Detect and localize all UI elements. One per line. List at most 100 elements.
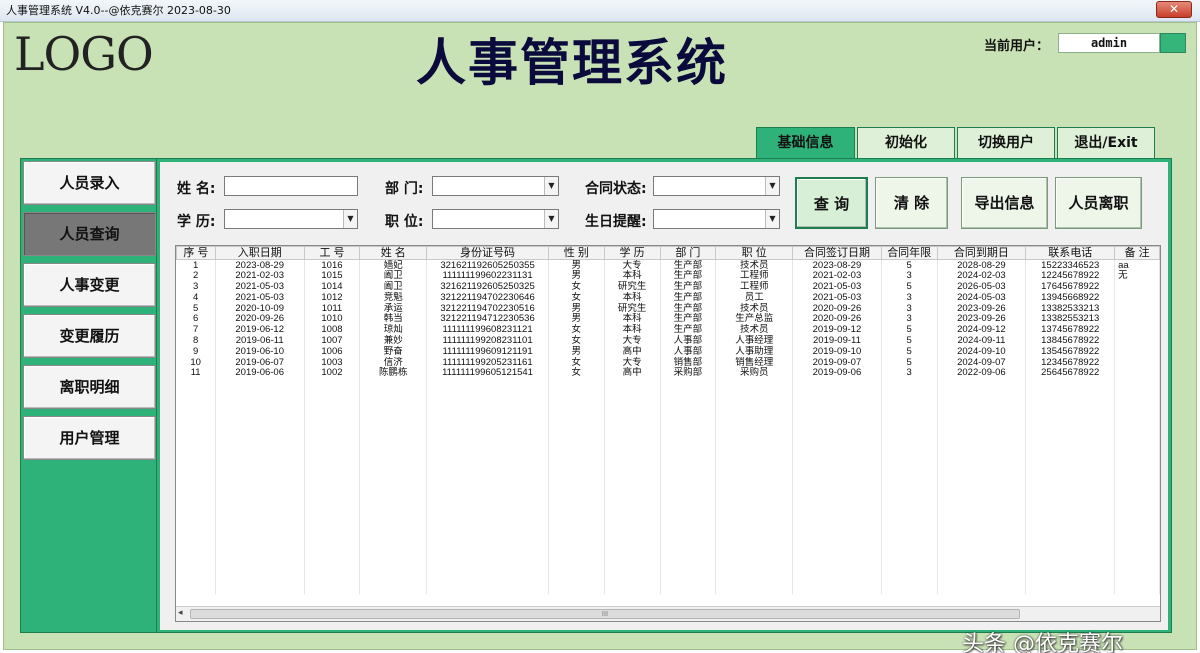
table-row[interactable]: [176, 486, 1160, 498]
export-button[interactable]: 导出信息: [961, 177, 1048, 229]
table-row[interactable]: [176, 497, 1160, 508]
sidebar-item-users[interactable]: 用户管理: [23, 416, 156, 460]
clear-button[interactable]: 清 除: [875, 177, 948, 229]
sidebar-item-query[interactable]: 人员查询: [23, 212, 156, 256]
contract-status-select[interactable]: ▼: [653, 176, 780, 196]
table-row[interactable]: 11 2019-06-06 1002 陈鹏栋 111111199605121541 女高中…: [176, 367, 1160, 379]
table-row[interactable]: [176, 551, 1160, 562]
dept-select[interactable]: ▼: [432, 176, 559, 196]
table-cell: [176, 518, 216, 530]
table-row[interactable]: 6 2020-09-26 1010 韩当 321221194712230536 男本科 生产…: [176, 313, 1160, 325]
table-row[interactable]: 2 2021-02-03 1015 阖卫 111111199602231131 男本科 生产…: [176, 270, 1160, 282]
table-row[interactable]: [176, 583, 1160, 595]
table-row[interactable]: [176, 443, 1160, 454]
sidebar-item-change[interactable]: 人事变更: [23, 263, 156, 307]
table-row[interactable]: 9 2019-06-10 1006 野奋 111111199609121191 男高中 人事…: [176, 345, 1160, 357]
table-row[interactable]: 1 2023-08-29 1016 嫱妃 321621192605250355 男大专 生产…: [176, 259, 1160, 271]
table-row[interactable]: [176, 432, 1160, 444]
table-row[interactable]: [176, 421, 1160, 433]
table-cell: 2019-06-11: [215, 335, 305, 346]
tab-exit[interactable]: 退出/Exit: [1057, 127, 1155, 159]
tab-initialize[interactable]: 初始化: [857, 127, 955, 159]
column-header[interactable]: 性 别: [547, 246, 605, 260]
table-row[interactable]: [176, 389, 1160, 400]
column-header[interactable]: 工 号: [303, 246, 361, 260]
table-cell: [937, 432, 1027, 444]
table-cell: 1002: [304, 367, 361, 379]
table-row[interactable]: [176, 464, 1160, 476]
column-header[interactable]: 序 号: [176, 246, 216, 260]
table-cell: 9: [176, 345, 216, 357]
table-row[interactable]: 7 2019-06-12 1008 琼灿 111111199608231121 女本科 生产…: [176, 324, 1160, 336]
table-row[interactable]: 10 2019-06-07 1003 信济 111111199205231161 女大专销…: [176, 356, 1160, 368]
table-row[interactable]: [176, 399, 1160, 411]
chevron-down-icon: ▼: [765, 177, 779, 195]
sidebar-item-history[interactable]: 变更履历: [23, 314, 156, 358]
table-row[interactable]: [176, 572, 1160, 584]
close-button[interactable]: ✕: [1156, 1, 1192, 18]
table-cell: [215, 399, 305, 411]
table-cell: 阖卫: [359, 270, 428, 282]
column-header[interactable]: 合同年限: [880, 246, 938, 260]
table-cell: [792, 453, 882, 465]
table-cell: [715, 518, 794, 530]
table-cell: [1025, 389, 1116, 400]
table-row[interactable]: [176, 529, 1160, 541]
employee-table[interactable]: 序 号入职日期工 号姓 名身份证号码性 别学 历部 门职 位合同签订日期 合同年限…: [175, 245, 1161, 622]
table-row[interactable]: [176, 475, 1160, 487]
column-header[interactable]: 联系电话: [1025, 246, 1116, 260]
table-row[interactable]: [176, 507, 1160, 519]
table-row[interactable]: 4 2021-05-03 1012 竞魁 321221194702230646 女本科 生产…: [176, 291, 1160, 303]
table-row[interactable]: 3 2021-05-03 1014 阖卫 321621192605250325 女研究生生…: [176, 281, 1160, 292]
table-row[interactable]: [176, 378, 1160, 390]
table-row[interactable]: [176, 518, 1160, 530]
column-header[interactable]: 职 位: [715, 246, 794, 260]
birthday-reminder-select[interactable]: ▼: [653, 209, 780, 229]
table-cell: 男: [548, 302, 605, 314]
scroll-left-icon[interactable]: ◂: [178, 608, 183, 618]
column-header[interactable]: 身份证号码: [426, 246, 549, 260]
position-select[interactable]: ▼: [432, 209, 559, 229]
table-cell: 研究生: [604, 281, 661, 292]
logo: LOGO: [14, 27, 154, 81]
name-input[interactable]: [224, 176, 358, 196]
tab-switch-user[interactable]: 切换用户: [957, 127, 1055, 159]
column-header[interactable]: 备 注: [1114, 246, 1160, 260]
table-row[interactable]: [176, 410, 1160, 422]
table-cell: 人事部: [660, 345, 717, 357]
edu-select[interactable]: ▼: [224, 209, 358, 229]
table-cell: [792, 507, 882, 519]
table-cell: [792, 389, 882, 400]
table-cell: [1025, 410, 1116, 422]
column-header[interactable]: 部 门: [659, 246, 717, 260]
sidebar-item-resignation[interactable]: 离职明细: [23, 365, 156, 409]
table-cell: 4: [176, 291, 216, 303]
column-header[interactable]: 姓 名: [359, 246, 428, 260]
table-cell: [304, 453, 361, 465]
tab-basic-info[interactable]: 基础信息: [756, 127, 855, 159]
sidebar-item-entry[interactable]: 人员录入: [23, 161, 156, 205]
table-cell: 员工: [715, 291, 794, 303]
query-button[interactable]: 查 询: [795, 177, 868, 229]
table-row[interactable]: 8 2019-06-11 1007 兼妙 111111199208231101 女大专 人事…: [176, 335, 1160, 346]
table-cell: [937, 410, 1027, 422]
table-row[interactable]: [176, 540, 1160, 552]
table-cell: [359, 551, 428, 562]
column-header[interactable]: 学 历: [603, 246, 661, 260]
resign-button[interactable]: 人员离职: [1055, 177, 1142, 229]
current-user-field: admin: [1058, 33, 1160, 53]
column-header[interactable]: 合同签订日期: [792, 246, 882, 260]
table-row[interactable]: [176, 561, 1160, 573]
table-cell: 15223346523: [1025, 259, 1116, 271]
column-header[interactable]: 入职日期: [214, 246, 305, 260]
table-cell: [792, 551, 882, 562]
column-header[interactable]: 合同到期日: [936, 246, 1027, 260]
horizontal-scrollbar[interactable]: ◂ III: [176, 606, 1160, 621]
table-cell: 2024-09-10: [937, 345, 1027, 357]
table-cell: [604, 497, 661, 508]
scroll-thumb[interactable]: III: [190, 609, 1020, 619]
table-row[interactable]: 5 2020-10-09 1011 承运 321221194702230516 男研究生生…: [176, 302, 1160, 314]
table-cell: [359, 529, 428, 541]
table-row[interactable]: [176, 453, 1160, 465]
dept-label: 部 门:: [385, 181, 424, 197]
